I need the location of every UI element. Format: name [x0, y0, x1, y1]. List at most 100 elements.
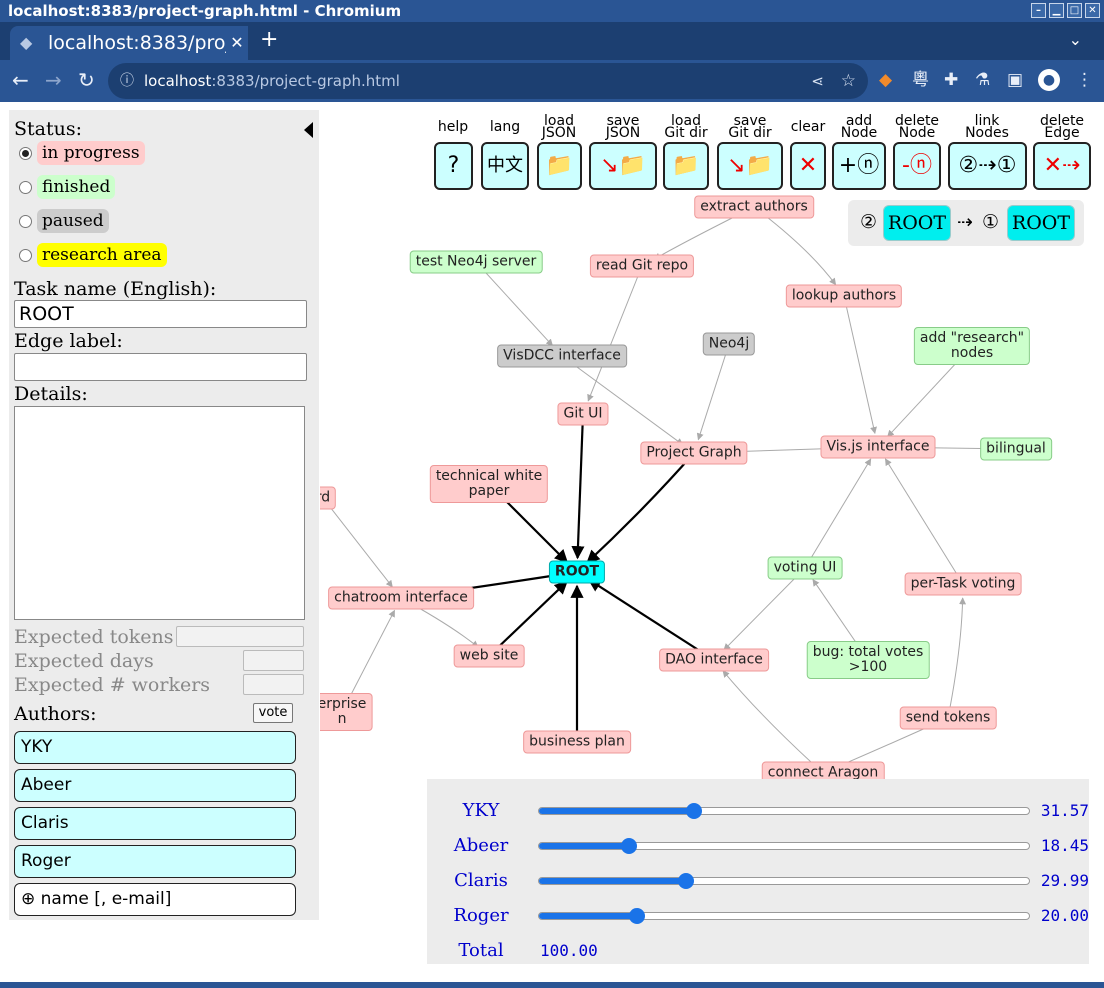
expected-tokens-input[interactable] — [176, 626, 304, 647]
graph-node-sendtokens[interactable]: send tokens — [899, 706, 997, 730]
tab-search-chevron-icon[interactable]: ⌄ — [1069, 30, 1082, 49]
graph-node-dao[interactable]: DAO interface — [659, 648, 769, 672]
project-graph-canvas[interactable]: ROOT extract authors read Git repo test Neo… — [320, 190, 1104, 780]
graph-edge[interactable] — [884, 458, 964, 585]
menu-kebab-icon[interactable]: ⋮ — [1076, 70, 1093, 90]
graph-edge[interactable] — [571, 413, 585, 560]
graph-edge[interactable] — [804, 458, 872, 569]
help-button[interactable]: ? — [434, 142, 473, 190]
graph-node-lookup[interactable]: lookup authors — [785, 284, 903, 308]
profile-avatar-icon[interactable]: ● — [1038, 69, 1060, 91]
sidebar-icon[interactable]: ▣ — [1007, 70, 1023, 90]
graph-node-testneo[interactable]: test Neo4j server — [409, 250, 543, 274]
graph-edge[interactable] — [947, 597, 967, 719]
window-maximize-button[interactable]: □ — [1067, 3, 1082, 18]
extension-glyph-icon[interactable]: 粵 — [912, 70, 929, 90]
graph-node-readgit[interactable]: read Git repo — [589, 254, 695, 278]
weight-slider[interactable] — [538, 838, 1030, 854]
graph-node-neo4j[interactable]: Neo4j — [702, 332, 756, 356]
slider-thumb[interactable] — [629, 908, 645, 924]
graph-node-leftrd[interactable]: rd — [320, 486, 337, 510]
graph-node-visdcc[interactable]: VisDCC interface — [497, 344, 627, 368]
graph-node-chatroom[interactable]: chatroom interface — [328, 586, 474, 610]
graph-node-projgraph[interactable]: Project Graph — [640, 441, 748, 465]
graph-edge[interactable] — [723, 567, 806, 651]
close-tab-icon[interactable]: ✕ — [226, 26, 248, 60]
reload-icon[interactable]: ↻ — [78, 68, 95, 92]
graph-edge[interactable] — [322, 497, 393, 588]
graph-node-techpaper[interactable]: technical white paper — [429, 465, 549, 503]
status-radio-in-progress[interactable] — [19, 146, 32, 160]
weight-slider[interactable] — [538, 803, 1030, 819]
status-option-in-progress[interactable]: in progress — [19, 139, 145, 167]
slider-thumb[interactable] — [677, 873, 694, 889]
graph-edge[interactable] — [843, 295, 877, 435]
author-field[interactable]: Claris — [14, 807, 296, 840]
graph-edge[interactable] — [696, 343, 730, 441]
window-minimize2-button[interactable]: ▁ — [1049, 3, 1064, 18]
clear-button[interactable]: ✕ — [790, 142, 826, 190]
extensions-puzzle-icon[interactable]: ✚ — [944, 70, 958, 90]
weight-slider[interactable] — [538, 873, 1030, 889]
site-info-icon[interactable]: ⓘ — [120, 63, 134, 99]
delete-edge-button[interactable]: ✕⇢ — [1033, 142, 1091, 190]
graph-node-bugvotes[interactable]: bug: total votes >100 — [806, 641, 930, 679]
author-field[interactable]: YKY — [14, 731, 296, 764]
graph-node-root[interactable]: ROOT — [548, 560, 606, 584]
save-git-button[interactable]: ↘📁 — [717, 142, 783, 190]
delete-node-button[interactable]: -ⓝ — [893, 142, 941, 190]
browser-tab[interactable]: ◆ localhost:8383/project-graph.html — [10, 26, 248, 60]
graph-node-addres[interactable]: add "research" nodes — [913, 327, 1031, 365]
status-option-finished[interactable]: finished — [19, 173, 116, 201]
graph-node-gitui[interactable]: Git UI — [557, 402, 609, 426]
graph-edge[interactable] — [475, 261, 554, 347]
expected-days-input[interactable] — [243, 650, 304, 671]
address-bar[interactable]: ⓘ localhost:8383/project-graph.html ⋖ ☆ — [108, 63, 868, 99]
collapse-panel-icon[interactable] — [304, 122, 313, 138]
status-radio-research-area[interactable] — [19, 248, 32, 262]
load-json-button[interactable]: 📁 — [537, 142, 582, 190]
add-author-input[interactable]: ⊕ name [, e-mail] — [14, 883, 296, 916]
load-git-button[interactable]: 📁 — [663, 142, 709, 190]
new-tab-icon[interactable]: + — [260, 28, 278, 52]
vote-button[interactable]: vote — [253, 703, 293, 723]
status-radio-paused[interactable] — [19, 214, 32, 228]
add-node-button[interactable]: +ⓝ — [832, 142, 886, 190]
graph-node-bizplan[interactable]: business plan — [523, 730, 631, 754]
graph-node-votingui[interactable]: voting UI — [767, 556, 843, 580]
slider-thumb[interactable] — [685, 803, 702, 819]
graph-node-visjs[interactable]: Vis.js interface — [820, 435, 936, 459]
save-json-button[interactable]: ↘📁 — [589, 142, 657, 190]
graph-node-extract[interactable]: extract authors — [694, 195, 814, 219]
graph-node-pertask[interactable]: per-Task voting — [904, 572, 1022, 596]
share-icon[interactable]: ⋖ — [811, 63, 824, 99]
back-icon[interactable]: ← — [12, 68, 29, 92]
status-radio-finished[interactable] — [19, 180, 32, 194]
edge-label-input[interactable] — [14, 353, 307, 381]
status-option-paused[interactable]: paused — [19, 207, 109, 235]
graph-edge[interactable] — [722, 670, 824, 774]
weight-slider[interactable] — [538, 908, 1030, 924]
slider-thumb[interactable] — [621, 838, 638, 854]
window-minimize-button[interactable]: – — [1031, 3, 1046, 18]
window-close-button[interactable]: ✕ — [1085, 3, 1100, 18]
fox-extension-icon[interactable]: ◆ — [879, 70, 892, 90]
task-name-input[interactable]: ROOT — [14, 300, 307, 328]
graph-edge[interactable] — [561, 355, 684, 446]
details-textarea[interactable] — [14, 406, 305, 620]
link-nodes-button[interactable]: ②⇢① — [948, 142, 1027, 190]
graph-node-bilingual[interactable]: bilingual — [980, 437, 1052, 461]
graph-edge[interactable] — [753, 206, 837, 286]
graph-edge[interactable] — [586, 452, 695, 564]
graph-node-website[interactable]: web site — [453, 644, 525, 668]
forward-icon[interactable]: → — [45, 68, 62, 92]
status-option-research-area[interactable]: research area — [19, 241, 167, 269]
expected-workers-input[interactable] — [243, 674, 304, 695]
lang-button[interactable]: 中文 — [481, 142, 529, 190]
author-field[interactable]: Abeer — [14, 769, 296, 802]
graph-node-aragon[interactable]: connect Aragon — [761, 761, 885, 780]
author-field[interactable]: Roger — [14, 845, 296, 878]
bookmark-star-icon[interactable]: ☆ — [841, 63, 856, 99]
graph-node-enterprise[interactable]: erprise n — [320, 693, 373, 731]
lab-flask-icon[interactable]: ⚗ — [975, 70, 990, 90]
